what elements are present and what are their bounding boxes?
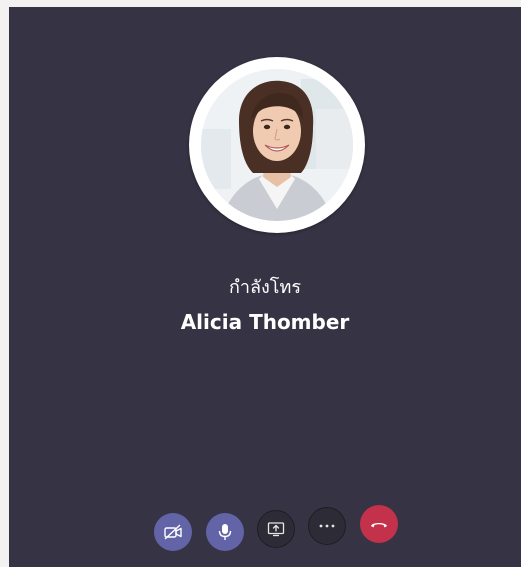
toggle-microphone-button[interactable] xyxy=(206,513,244,551)
camera-off-icon xyxy=(163,524,183,540)
caller-name: Alicia Thomber xyxy=(180,310,350,334)
more-options-button[interactable] xyxy=(308,507,346,545)
more-options-icon xyxy=(318,524,336,528)
hang-up-button[interactable] xyxy=(360,505,398,543)
caller-avatar xyxy=(189,57,365,233)
share-screen-icon xyxy=(267,521,285,537)
microphone-icon xyxy=(218,523,232,541)
hang-up-icon xyxy=(369,519,389,529)
share-screen-button[interactable] xyxy=(257,510,295,548)
caller-avatar-photo xyxy=(201,69,353,221)
screenshot-frame: กำลังโทร Alicia Thomber xyxy=(0,0,521,567)
caller-photo-image xyxy=(201,69,353,221)
call-window: กำลังโทร Alicia Thomber xyxy=(9,7,521,567)
call-status-text: กำลังโทร xyxy=(228,277,302,298)
toggle-video-button[interactable] xyxy=(154,513,192,551)
